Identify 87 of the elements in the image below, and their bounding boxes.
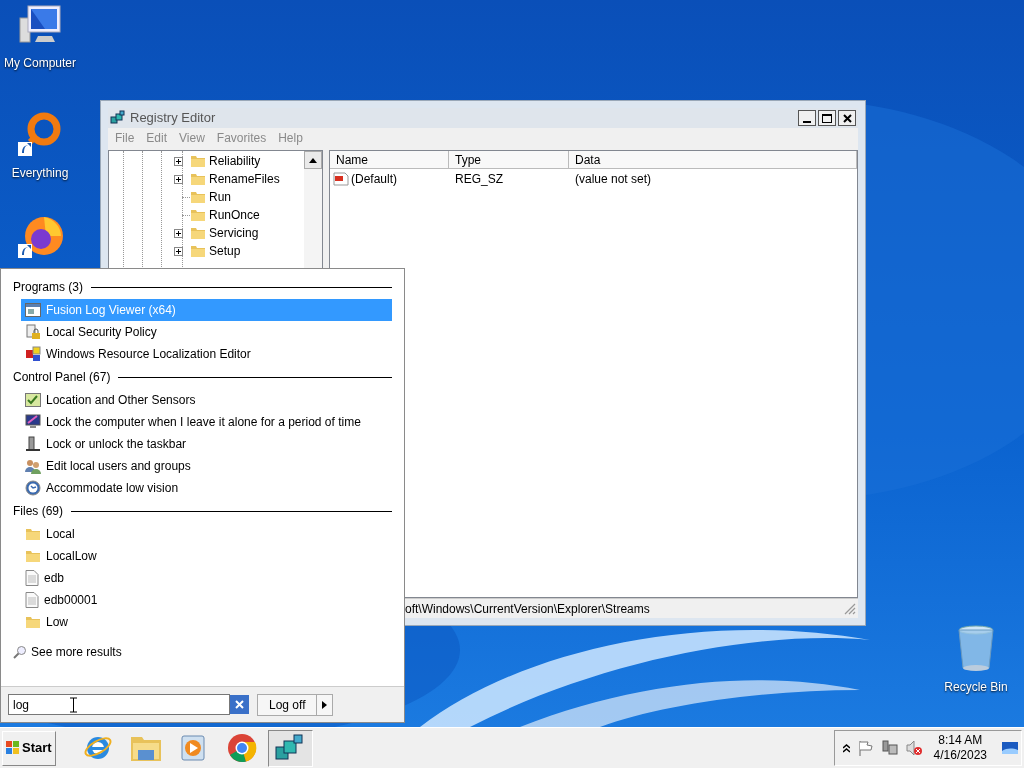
chevron-up-icon[interactable] <box>842 743 850 753</box>
document-icon <box>25 570 39 586</box>
text-cursor-icon <box>70 697 77 713</box>
search-result-item[interactable]: Location and Other Sensors <box>21 389 392 411</box>
power-options-button[interactable] <box>317 693 334 716</box>
search-field[interactable]: log <box>8 694 230 715</box>
table-cell-text: (Default) <box>351 171 397 188</box>
search-result-item[interactable]: Edit local users and groups <box>21 455 392 477</box>
resize-grip-icon[interactable] <box>844 602 856 615</box>
document-lock-icon <box>25 324 41 340</box>
minimize-icon <box>803 121 811 123</box>
search-result-item[interactable]: Lock the computer when I leave it alone for a period of time <box>21 411 392 433</box>
tree-item[interactable]: RenameFiles <box>209 170 280 188</box>
section-heading: Programs (3) <box>13 279 83 296</box>
folder-icon <box>190 243 206 259</box>
tree-item[interactable]: RunOnce <box>209 206 260 224</box>
up-arrow-icon <box>309 157 317 163</box>
expand-icon[interactable] <box>174 228 183 238</box>
section-heading: Control Panel (67) <box>13 369 111 386</box>
maximize-button[interactable] <box>818 110 836 126</box>
string-value-icon <box>333 172 349 186</box>
see-more-results-link[interactable]: See more results <box>31 643 122 661</box>
folder-icon <box>190 189 206 205</box>
clear-search-button[interactable] <box>230 695 249 714</box>
tree-item[interactable]: Reliability <box>209 152 261 170</box>
close-button[interactable] <box>838 110 856 126</box>
column-header[interactable]: Type <box>449 151 569 169</box>
taskbar-app-button[interactable] <box>267 729 313 767</box>
clock-time[interactable]: 8:14 AM <box>938 733 983 748</box>
maximize-icon <box>822 113 832 123</box>
column-header[interactable]: Name <box>330 151 449 169</box>
folder-icon <box>190 207 206 223</box>
scroll-up-button[interactable] <box>304 151 322 169</box>
tree-item[interactable]: Run <box>209 188 231 206</box>
document-icon <box>25 592 39 608</box>
expand-icon[interactable] <box>174 174 183 184</box>
search-result-item[interactable]: LocalLow <box>21 545 392 567</box>
windows-flag-icon <box>6 741 20 755</box>
column-header[interactable]: Data <box>569 151 857 169</box>
tri-color-circle-icon <box>227 733 258 763</box>
monitor-icon <box>25 414 41 430</box>
start-button[interactable]: Start <box>2 730 56 766</box>
desktop-icon-label[interactable]: Recycle Bin <box>944 678 1008 696</box>
folder-icon <box>190 225 206 241</box>
search-result-item[interactable]: Local Security Policy <box>21 321 392 343</box>
minimize-button[interactable] <box>798 110 816 126</box>
tree-item[interactable]: Setup <box>209 242 241 260</box>
panel-check-icon <box>25 393 41 407</box>
search-result-item[interactable]: Lock or unlock the taskbar <box>21 433 392 455</box>
accessibility-icon <box>25 480 41 496</box>
app-window-icon <box>25 303 41 317</box>
expand-icon[interactable] <box>174 156 183 166</box>
speaker-muted-icon[interactable] <box>905 740 922 756</box>
search-result-item[interactable]: Accommodate low vision <box>21 477 392 499</box>
network-icon[interactable] <box>881 740 898 756</box>
search-result-item[interactable]: edb <box>21 567 392 589</box>
folder-icon <box>25 614 41 630</box>
right-arrow-icon <box>322 700 328 709</box>
folder-icon <box>25 548 41 564</box>
window-title: Registry Editor <box>130 109 216 128</box>
table-cell-text: (value not set) <box>574 171 653 188</box>
search-result-item[interactable]: Local <box>21 523 392 545</box>
tower-icon <box>25 436 41 452</box>
desktop-icon-label[interactable]: My Computer <box>4 54 76 72</box>
colored-squares-icon <box>25 346 41 362</box>
section-heading: Files (69) <box>13 503 63 520</box>
search-icon <box>13 645 27 659</box>
expand-icon[interactable] <box>174 246 183 256</box>
table-cell-text: REG_SZ <box>454 171 504 188</box>
cubes-icon <box>110 110 126 126</box>
desktop-preview-icon <box>1002 742 1018 754</box>
tree-item[interactable]: Servicing <box>209 224 259 242</box>
folder-icon <box>190 153 206 169</box>
folder-icon <box>190 171 206 187</box>
people-icon <box>25 458 41 474</box>
search-result-item[interactable]: Low <box>21 611 392 633</box>
close-icon <box>842 113 852 123</box>
search-result-item[interactable]: Windows Resource Localization Editor <box>21 343 392 365</box>
status-text: oft\Windows\CurrentVersion\Explorer\Streams <box>405 600 650 618</box>
clock-date[interactable]: 4/16/2023 <box>933 748 987 763</box>
log-off-button[interactable]: Log off <box>257 693 318 716</box>
folder-icon <box>130 734 163 762</box>
folder-icon <box>25 526 41 542</box>
search-result-item[interactable]: edb00001 <box>21 589 392 611</box>
close-icon <box>235 700 244 709</box>
desktop-icon-label[interactable]: Everything <box>11 164 69 182</box>
flag-icon[interactable] <box>857 740 874 756</box>
